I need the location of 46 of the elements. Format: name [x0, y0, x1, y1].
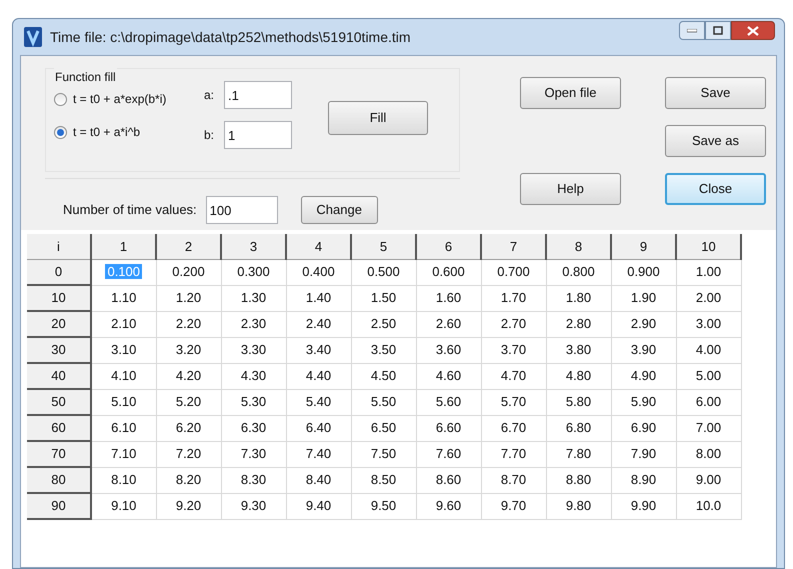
radio-button[interactable]	[54, 126, 67, 138]
time-values-field[interactable]: 100	[206, 196, 278, 224]
fill-button[interactable]: Fill	[328, 101, 428, 135]
time-values-label: Number of time values:	[63, 201, 197, 220]
minimize-button[interactable]	[679, 21, 705, 40]
maximize-button[interactable]	[705, 21, 731, 40]
dialog-button[interactable]: Close	[665, 173, 766, 205]
dialog-button[interactable]: Open file	[520, 77, 621, 109]
radio-label[interactable]: t = t0 + a*exp(b*i)	[73, 90, 166, 108]
radio-button[interactable]	[54, 92, 67, 106]
row-header: 40	[27, 363, 91, 389]
radio-label[interactable]: t = t0 + a*i^b	[73, 123, 140, 141]
column-header: 5	[351, 234, 416, 259]
param-label: a:	[204, 87, 216, 104]
change-button[interactable]: Change	[300, 196, 378, 224]
row-header: 10	[27, 285, 91, 311]
row-header: 50	[27, 389, 91, 415]
column-header: 6	[416, 234, 481, 259]
minimize-icon	[687, 28, 697, 32]
row-header: 90	[27, 493, 91, 519]
window-title: Time file: c:\dropimage\data\tp252\methods\51910time.tim	[50, 28, 411, 47]
close-icon	[747, 26, 759, 36]
dialog-button[interactable]: Save	[665, 77, 766, 109]
row-header: 20	[27, 311, 91, 337]
column-header: 7	[481, 234, 546, 259]
column-header: 1	[91, 234, 156, 259]
row-header: 30	[27, 337, 91, 363]
maximize-icon	[713, 26, 723, 35]
column-header: 2	[156, 234, 221, 259]
row-header: 0	[27, 259, 91, 285]
corner-header: i	[27, 234, 91, 259]
param-field[interactable]: .1	[224, 81, 292, 109]
param-label: b:	[204, 127, 216, 144]
column-header: 4	[286, 234, 351, 259]
column-header: 10	[676, 234, 741, 259]
row-header: 80	[27, 467, 91, 493]
dialog-button[interactable]: Save as	[665, 125, 766, 157]
close-window-button[interactable]	[731, 21, 775, 40]
param-field[interactable]: 1	[224, 121, 292, 149]
row-header: 60	[27, 415, 91, 441]
app-icon	[24, 27, 42, 47]
column-header: 8	[546, 234, 611, 259]
row-header: 70	[27, 441, 91, 467]
column-header: 9	[611, 234, 676, 259]
column-header: 3	[221, 234, 286, 259]
dialog-button[interactable]: Help	[520, 173, 621, 205]
